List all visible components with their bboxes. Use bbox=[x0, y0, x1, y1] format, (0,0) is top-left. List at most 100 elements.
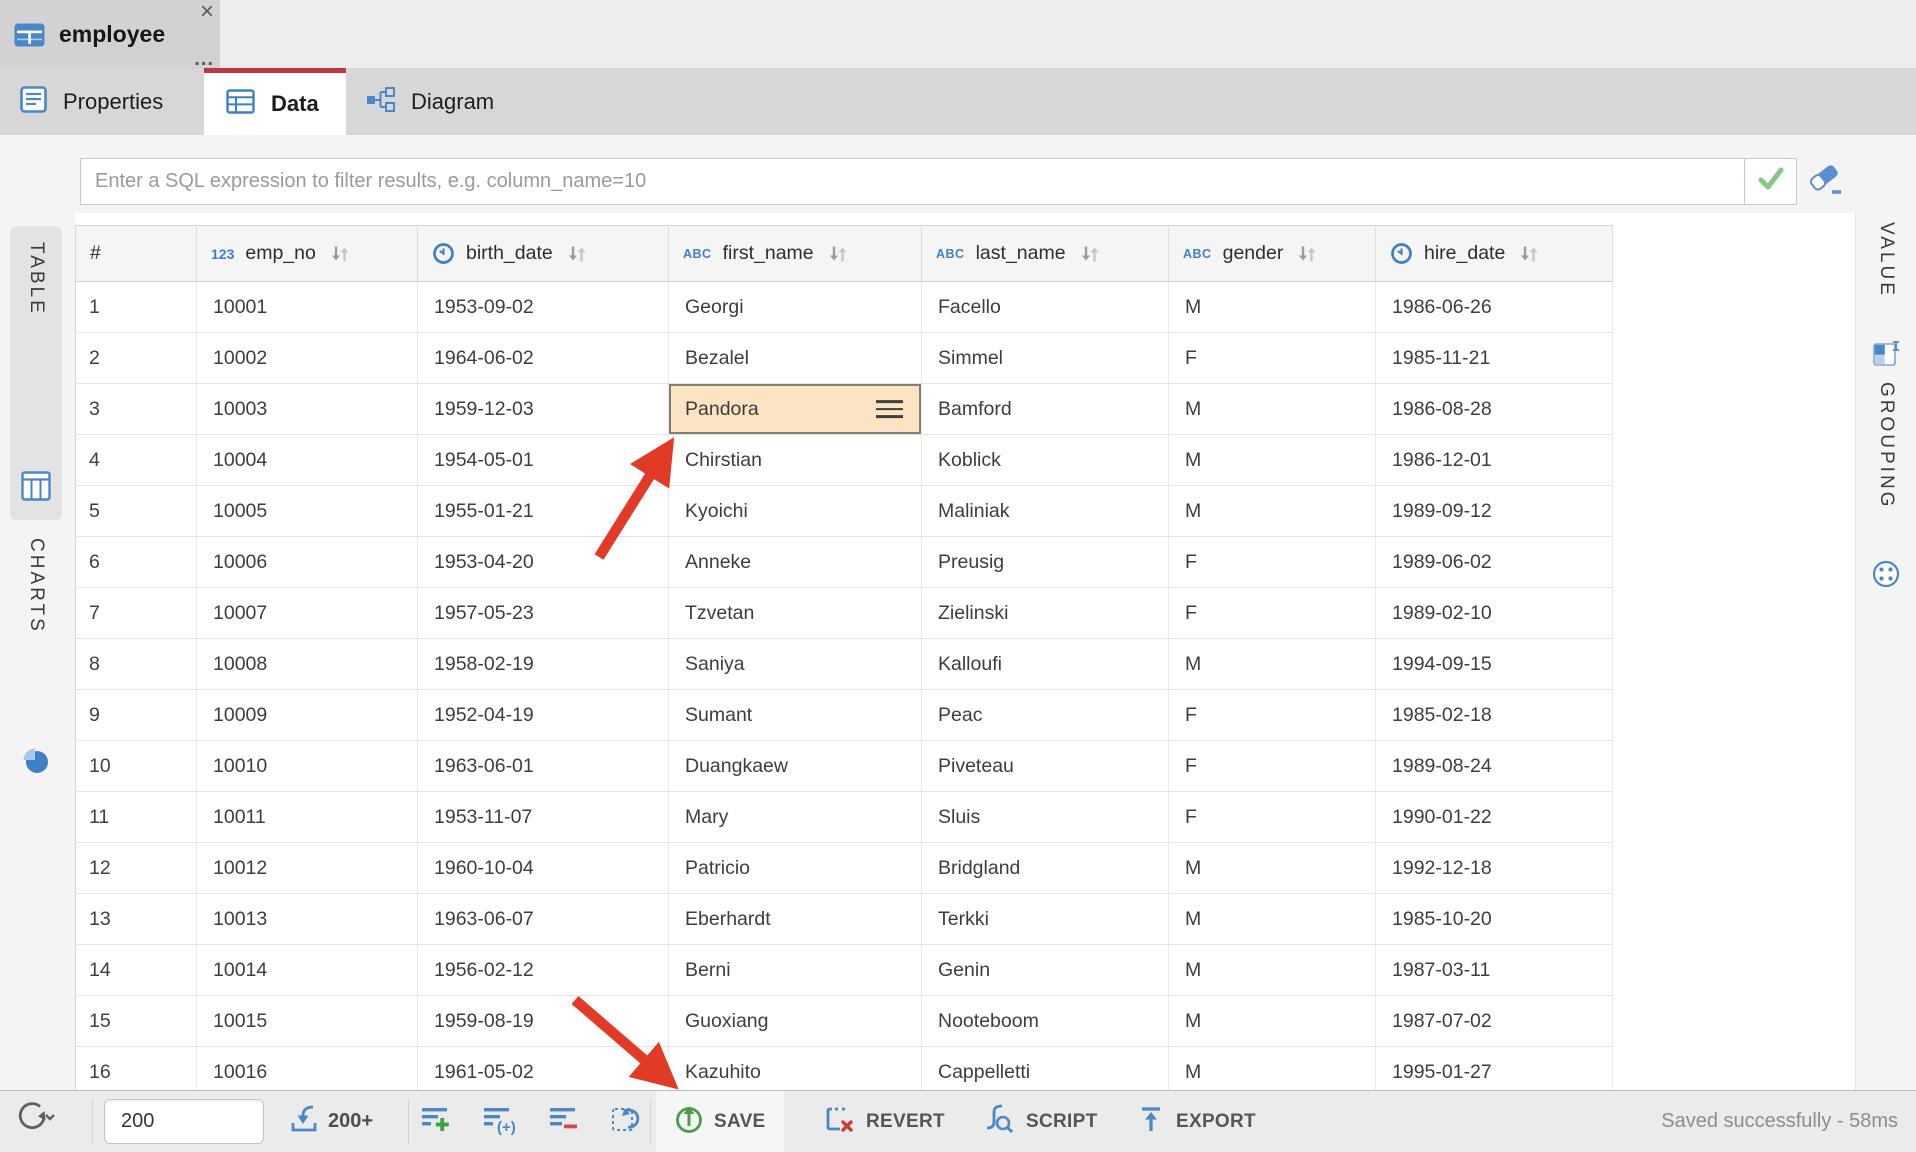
revert-button[interactable]: REVERT bbox=[806, 1091, 963, 1152]
tab-data[interactable]: Data bbox=[204, 68, 346, 135]
grid-cell-gender[interactable]: M bbox=[1169, 996, 1376, 1047]
grid-cell-first_name[interactable]: Saniya bbox=[669, 639, 922, 690]
editor-tab-employee[interactable]: employee × ... bbox=[0, 0, 220, 68]
grid-cell-last_name[interactable]: Terkki bbox=[922, 894, 1169, 945]
grid-cell-emp_no[interactable]: 10011 bbox=[197, 792, 418, 843]
panel-tab-table[interactable]: TABLE bbox=[10, 226, 62, 520]
grid-cell-last_name[interactable]: Peac bbox=[922, 690, 1169, 741]
grid-cell-emp_no[interactable]: 10013 bbox=[197, 894, 418, 945]
grid-cell-hire_date[interactable]: 1992-12-18 bbox=[1376, 843, 1613, 894]
panel-tab-value[interactable]: VALUE bbox=[1862, 222, 1910, 374]
column-header-rownum[interactable]: # bbox=[76, 226, 197, 282]
grid-cell-last_name[interactable]: Kalloufi bbox=[922, 639, 1169, 690]
row-number-cell[interactable]: 4 bbox=[76, 435, 197, 486]
grid-cell-first_name[interactable]: Tzvetan bbox=[669, 588, 922, 639]
grid-cell-gender[interactable]: M bbox=[1169, 384, 1376, 435]
grid-cell-first_name[interactable]: Kyoichi bbox=[669, 486, 922, 537]
sort-icon[interactable] bbox=[1079, 243, 1101, 265]
grid-cell-birth_date[interactable]: 1954-05-01 bbox=[418, 435, 669, 486]
grid-cell-hire_date[interactable]: 1989-06-02 bbox=[1376, 537, 1613, 588]
grid-cell-hire_date[interactable]: 1994-09-15 bbox=[1376, 639, 1613, 690]
grid-cell-hire_date[interactable]: 1990-01-22 bbox=[1376, 792, 1613, 843]
grid-cell-gender[interactable]: M bbox=[1169, 945, 1376, 996]
column-header-gender[interactable]: ABCgender bbox=[1169, 226, 1376, 282]
grid-cell-gender[interactable]: F bbox=[1169, 588, 1376, 639]
grid-cell-first_name[interactable]: Chirstian bbox=[669, 435, 922, 486]
grid-cell-last_name[interactable]: Bridgland bbox=[922, 843, 1169, 894]
grid-cell-hire_date[interactable]: 1987-07-02 bbox=[1376, 996, 1613, 1047]
grid-cell-birth_date[interactable]: 1953-11-07 bbox=[418, 792, 669, 843]
column-header-hire_date[interactable]: hire_date bbox=[1376, 226, 1613, 282]
grid-cell-emp_no[interactable]: 10007 bbox=[197, 588, 418, 639]
grid-cell-hire_date[interactable]: 1985-10-20 bbox=[1376, 894, 1613, 945]
row-number-cell[interactable]: 10 bbox=[76, 741, 197, 792]
grid-cell-birth_date[interactable]: 1952-04-19 bbox=[418, 690, 669, 741]
grid-cell-first_name[interactable]: Guoxiang bbox=[669, 996, 922, 1047]
grid-cell-birth_date[interactable]: 1957-05-23 bbox=[418, 588, 669, 639]
grid-cell-birth_date[interactable]: 1955-01-21 bbox=[418, 486, 669, 537]
grid-cell-birth_date[interactable]: 1959-08-19 bbox=[418, 996, 669, 1047]
grid-cell-hire_date[interactable]: 1989-08-24 bbox=[1376, 741, 1613, 792]
grid-cell-first_name[interactable]: Sumant bbox=[669, 690, 922, 741]
grid-cell-emp_no[interactable]: 10006 bbox=[197, 537, 418, 588]
sql-filter-input[interactable] bbox=[80, 158, 1745, 205]
grid-cell-gender[interactable]: F bbox=[1169, 690, 1376, 741]
grid-cell-emp_no[interactable]: 10001 bbox=[197, 282, 418, 333]
grid-cell-first_name[interactable]: Pandora bbox=[669, 384, 922, 435]
grid-cell-birth_date[interactable]: 1959-12-03 bbox=[418, 384, 669, 435]
grid-cell-emp_no[interactable]: 10012 bbox=[197, 843, 418, 894]
grid-cell-birth_date[interactable]: 1963-06-07 bbox=[418, 894, 669, 945]
grid-cell-gender[interactable]: F bbox=[1169, 537, 1376, 588]
tab-diagram[interactable]: Diagram bbox=[346, 68, 560, 135]
row-number-cell[interactable]: 14 bbox=[76, 945, 197, 996]
sort-icon[interactable] bbox=[827, 243, 849, 265]
export-button[interactable]: EXPORT bbox=[1118, 1091, 1274, 1152]
script-button[interactable]: SCRIPT bbox=[964, 1091, 1115, 1152]
grid-cell-hire_date[interactable]: 1989-02-10 bbox=[1376, 588, 1613, 639]
grid-cell-emp_no[interactable]: 10008 bbox=[197, 639, 418, 690]
grid-cell-birth_date[interactable]: 1953-09-02 bbox=[418, 282, 669, 333]
panel-tab-grouping[interactable]: GROUPING bbox=[1862, 382, 1910, 594]
grid-cell-first_name[interactable]: Anneke bbox=[669, 537, 922, 588]
grid-cell-birth_date[interactable]: 1960-10-04 bbox=[418, 843, 669, 894]
grid-cell-last_name[interactable]: Koblick bbox=[922, 435, 1169, 486]
grid-cell-hire_date[interactable]: 1985-02-18 bbox=[1376, 690, 1613, 741]
grid-cell-hire_date[interactable]: 1989-09-12 bbox=[1376, 486, 1613, 537]
save-button[interactable]: SAVE bbox=[656, 1091, 784, 1152]
cell-menu-icon[interactable] bbox=[876, 400, 903, 418]
grid-cell-gender[interactable]: M bbox=[1169, 894, 1376, 945]
grid-cell-first_name[interactable]: Patricio bbox=[669, 843, 922, 894]
grid-cell-birth_date[interactable]: 1964-06-02 bbox=[418, 333, 669, 384]
tab-overflow-icon[interactable]: ... bbox=[194, 50, 214, 68]
row-number-cell[interactable]: 3 bbox=[76, 384, 197, 435]
grid-cell-gender[interactable]: F bbox=[1169, 792, 1376, 843]
grid-cell-last_name[interactable]: Sluis bbox=[922, 792, 1169, 843]
grid-cell-emp_no[interactable]: 10004 bbox=[197, 435, 418, 486]
column-header-last_name[interactable]: ABClast_name bbox=[922, 226, 1169, 282]
row-number-cell[interactable]: 2 bbox=[76, 333, 197, 384]
grid-cell-hire_date[interactable]: 1987-03-11 bbox=[1376, 945, 1613, 996]
row-number-cell[interactable]: 1 bbox=[76, 282, 197, 333]
panel-tab-charts[interactable]: CHARTS bbox=[10, 538, 62, 780]
grid-cell-gender[interactable]: M bbox=[1169, 486, 1376, 537]
grid-cell-gender[interactable]: F bbox=[1169, 333, 1376, 384]
clear-filter-button[interactable] bbox=[1806, 163, 1846, 201]
grid-cell-gender[interactable]: F bbox=[1169, 741, 1376, 792]
grid-cell-emp_no[interactable]: 10014 bbox=[197, 945, 418, 996]
delete-row-icon[interactable] bbox=[548, 1103, 580, 1140]
row-number-cell[interactable]: 7 bbox=[76, 588, 197, 639]
row-number-cell[interactable]: 12 bbox=[76, 843, 197, 894]
sort-icon[interactable] bbox=[329, 243, 351, 265]
grid-cell-first_name[interactable]: Duangkaew bbox=[669, 741, 922, 792]
row-number-cell[interactable]: 9 bbox=[76, 690, 197, 741]
tab-properties[interactable]: Properties bbox=[0, 68, 204, 135]
grid-cell-first_name[interactable]: Georgi bbox=[669, 282, 922, 333]
grid-cell-emp_no[interactable]: 10009 bbox=[197, 690, 418, 741]
grid-cell-last_name[interactable]: Genin bbox=[922, 945, 1169, 996]
fetch-size-input[interactable] bbox=[104, 1099, 264, 1144]
grid-cell-last_name[interactable]: Preusig bbox=[922, 537, 1169, 588]
grid-cell-emp_no[interactable]: 10003 bbox=[197, 384, 418, 435]
grid-cell-first_name[interactable]: Mary bbox=[669, 792, 922, 843]
grid-cell-hire_date[interactable]: 1986-12-01 bbox=[1376, 435, 1613, 486]
grid-cell-emp_no[interactable]: 10010 bbox=[197, 741, 418, 792]
